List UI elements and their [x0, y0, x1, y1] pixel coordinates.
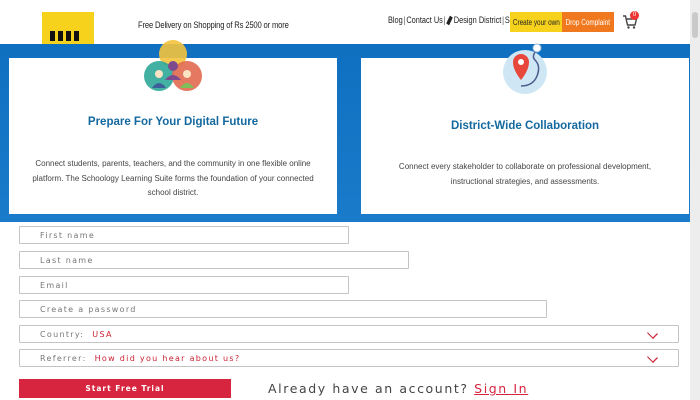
card-description: Connect every stakeholder to collaborate…: [398, 162, 652, 186]
email-input[interactable]: [40, 277, 348, 293]
password-input[interactable]: [40, 301, 546, 317]
card-title: Prepare For Your Digital Future: [87, 116, 259, 128]
referrer-select[interactable]: Referrer: How did you hear about us?: [19, 349, 679, 367]
page-scrollbar[interactable]: [690, 0, 700, 400]
last-name-field[interactable]: [19, 251, 409, 269]
people-group-icon: [144, 40, 202, 91]
drop-complaint-button[interactable]: Drop Complaint: [562, 12, 614, 32]
nav-separator: |: [502, 15, 505, 25]
chevron-down-icon: [647, 328, 658, 339]
create-your-own-button[interactable]: Create your own: [510, 12, 562, 32]
card-description: Connect students, parents, teachers, and…: [32, 159, 314, 197]
nav-separator: |: [403, 15, 406, 25]
site-logo[interactable]: [42, 12, 94, 46]
start-free-trial-button[interactable]: Start Free Trial: [19, 379, 231, 398]
country-label: Country:: [40, 329, 85, 339]
signin-prompt: Already have an account? Sign In: [268, 381, 528, 396]
feature-card-digital-future: Prepare For Your Digital Future Connect …: [9, 40, 337, 214]
drop-complaint-label: Drop Complaint: [565, 17, 611, 27]
password-field[interactable]: [19, 300, 547, 318]
chevron-down-icon: [647, 352, 658, 363]
map-pin-route-icon: [503, 43, 547, 94]
country-value: USA: [92, 329, 113, 339]
pencil-icon: [446, 15, 453, 25]
scrollbar-thumb[interactable]: [692, 12, 698, 38]
feature-card-collaboration: District-Wide Collaboration Connect ever…: [361, 43, 689, 214]
create-your-own-label: Create your own: [512, 17, 560, 27]
cart-count-badge: 0: [630, 11, 639, 20]
nav-contact-link[interactable]: Contact Us: [406, 15, 443, 25]
nav-separator: |: [443, 15, 446, 25]
referrer-label: Referrer:: [40, 353, 87, 363]
referrer-value: How did you hear about us?: [94, 353, 241, 363]
logo-bars-icon: [50, 31, 79, 41]
first-name-input[interactable]: [40, 227, 348, 243]
email-field[interactable]: [19, 276, 349, 294]
card-title: District-Wide Collaboration: [450, 120, 600, 132]
account-prompt-text: Already have an account?: [268, 381, 469, 396]
last-name-input[interactable]: [40, 252, 408, 268]
sign-in-link[interactable]: Sign In: [474, 381, 528, 396]
nav-design-district-link[interactable]: Design District: [454, 15, 502, 25]
country-select[interactable]: Country: USA: [19, 325, 679, 343]
site-header: Free Delivery on Shopping of Rs 2500 or …: [0, 0, 700, 46]
first-name-field[interactable]: [19, 226, 349, 244]
nav-blog-link[interactable]: Blog: [388, 15, 403, 25]
promo-text: Free Delivery on Shopping of Rs 2500 or …: [138, 20, 289, 30]
